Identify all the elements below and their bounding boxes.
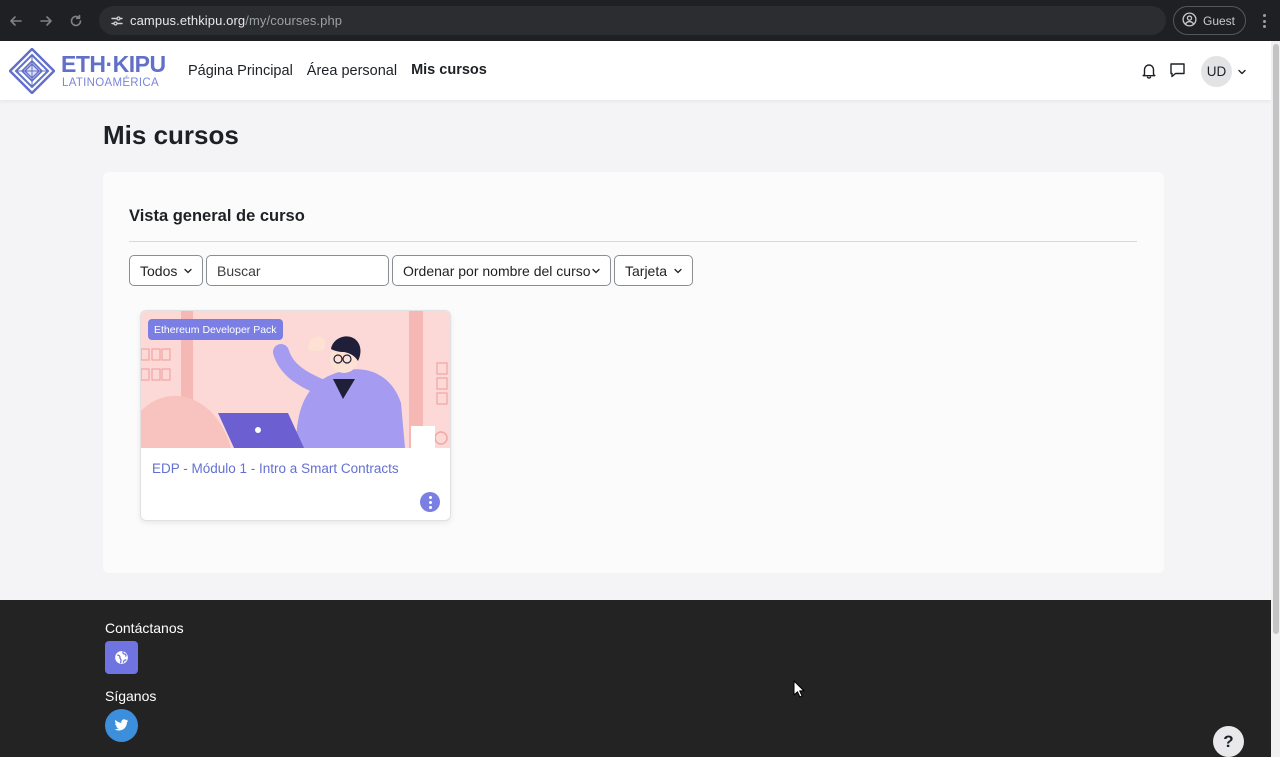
site-header: ETH·KIPU LATINOAMÉRICA Página Principal …	[0, 41, 1271, 100]
course-actions-menu-icon[interactable]	[420, 492, 440, 512]
primary-navigation: Página Principal Área personal Mis curso…	[188, 41, 487, 100]
course-overview-panel: Vista general de curso Todos Ordenar por…	[103, 172, 1164, 573]
page-title: Mis cursos	[103, 120, 239, 150]
bell-icon[interactable]	[1140, 61, 1158, 79]
grouping-value: Todos	[140, 262, 178, 279]
forward-arrow-icon[interactable]	[31, 6, 61, 36]
view-dropdown[interactable]: Tarjeta	[614, 255, 693, 286]
site-settings-icon[interactable]	[107, 11, 127, 31]
sort-value: Ordenar por nombre del curso	[403, 262, 591, 279]
search-field-wrapper	[206, 255, 389, 286]
logo-wordmark: ETH·KIPU	[61, 51, 166, 77]
nav-pagina-principal[interactable]: Página Principal	[188, 63, 293, 79]
course-card[interactable]: Ethereum Developer Pack EDP - Módulo 1 -…	[140, 310, 451, 521]
message-icon[interactable]	[1168, 61, 1186, 79]
page-scrollbar-thumb[interactable]	[1273, 44, 1279, 634]
url-path: /my/courses.php	[245, 13, 343, 28]
address-bar[interactable]: campus.ethkipu.org/my/courses.php	[99, 6, 1166, 35]
course-name-link[interactable]: EDP - Módulo 1 - Intro a Smart Contracts	[152, 461, 399, 476]
sort-dropdown[interactable]: Ordenar por nombre del curso	[392, 255, 611, 286]
search-input[interactable]	[217, 262, 388, 279]
help-button[interactable]: ?	[1213, 726, 1244, 757]
course-category-badge: Ethereum Developer Pack	[148, 319, 283, 340]
reload-icon[interactable]	[61, 6, 91, 36]
nav-mis-cursos[interactable]: Mis cursos	[411, 62, 487, 78]
twitter-icon[interactable]	[105, 709, 138, 742]
chevron-down-icon	[592, 268, 600, 274]
profile-icon	[1182, 11, 1197, 30]
url-text: campus.ethkipu.org/my/courses.php	[130, 13, 342, 28]
nav-area-personal[interactable]: Área personal	[307, 63, 397, 79]
mouse-cursor-icon	[793, 680, 805, 698]
profile-label: Guest	[1203, 13, 1236, 28]
globe-icon[interactable]	[105, 641, 138, 674]
site-logo[interactable]: ETH·KIPU LATINOAMÉRICA	[9, 48, 166, 94]
site-footer: Contáctanos Síganos	[0, 600, 1271, 757]
chevron-down-icon	[674, 268, 682, 274]
logo-diamond-icon	[9, 48, 55, 94]
chevron-down-icon	[184, 268, 192, 274]
follow-heading: Síganos	[105, 688, 157, 704]
browser-toolbar: campus.ethkipu.org/my/courses.php Guest	[0, 0, 1280, 41]
divider	[129, 241, 1137, 242]
profile-button[interactable]: Guest	[1173, 6, 1246, 35]
user-avatar[interactable]: UD	[1201, 56, 1232, 87]
menu-dots-icon[interactable]	[1256, 11, 1272, 31]
url-domain: campus.ethkipu.org	[130, 13, 246, 28]
logo-subtitle: LATINOAMÉRICA	[62, 77, 159, 89]
contact-heading: Contáctanos	[105, 620, 184, 636]
back-arrow-icon[interactable]	[1, 6, 31, 36]
view-value: Tarjeta	[625, 262, 668, 279]
grouping-dropdown[interactable]: Todos	[129, 255, 203, 286]
chevron-down-icon[interactable]	[1236, 65, 1248, 77]
panel-title: Vista general de curso	[129, 207, 305, 225]
